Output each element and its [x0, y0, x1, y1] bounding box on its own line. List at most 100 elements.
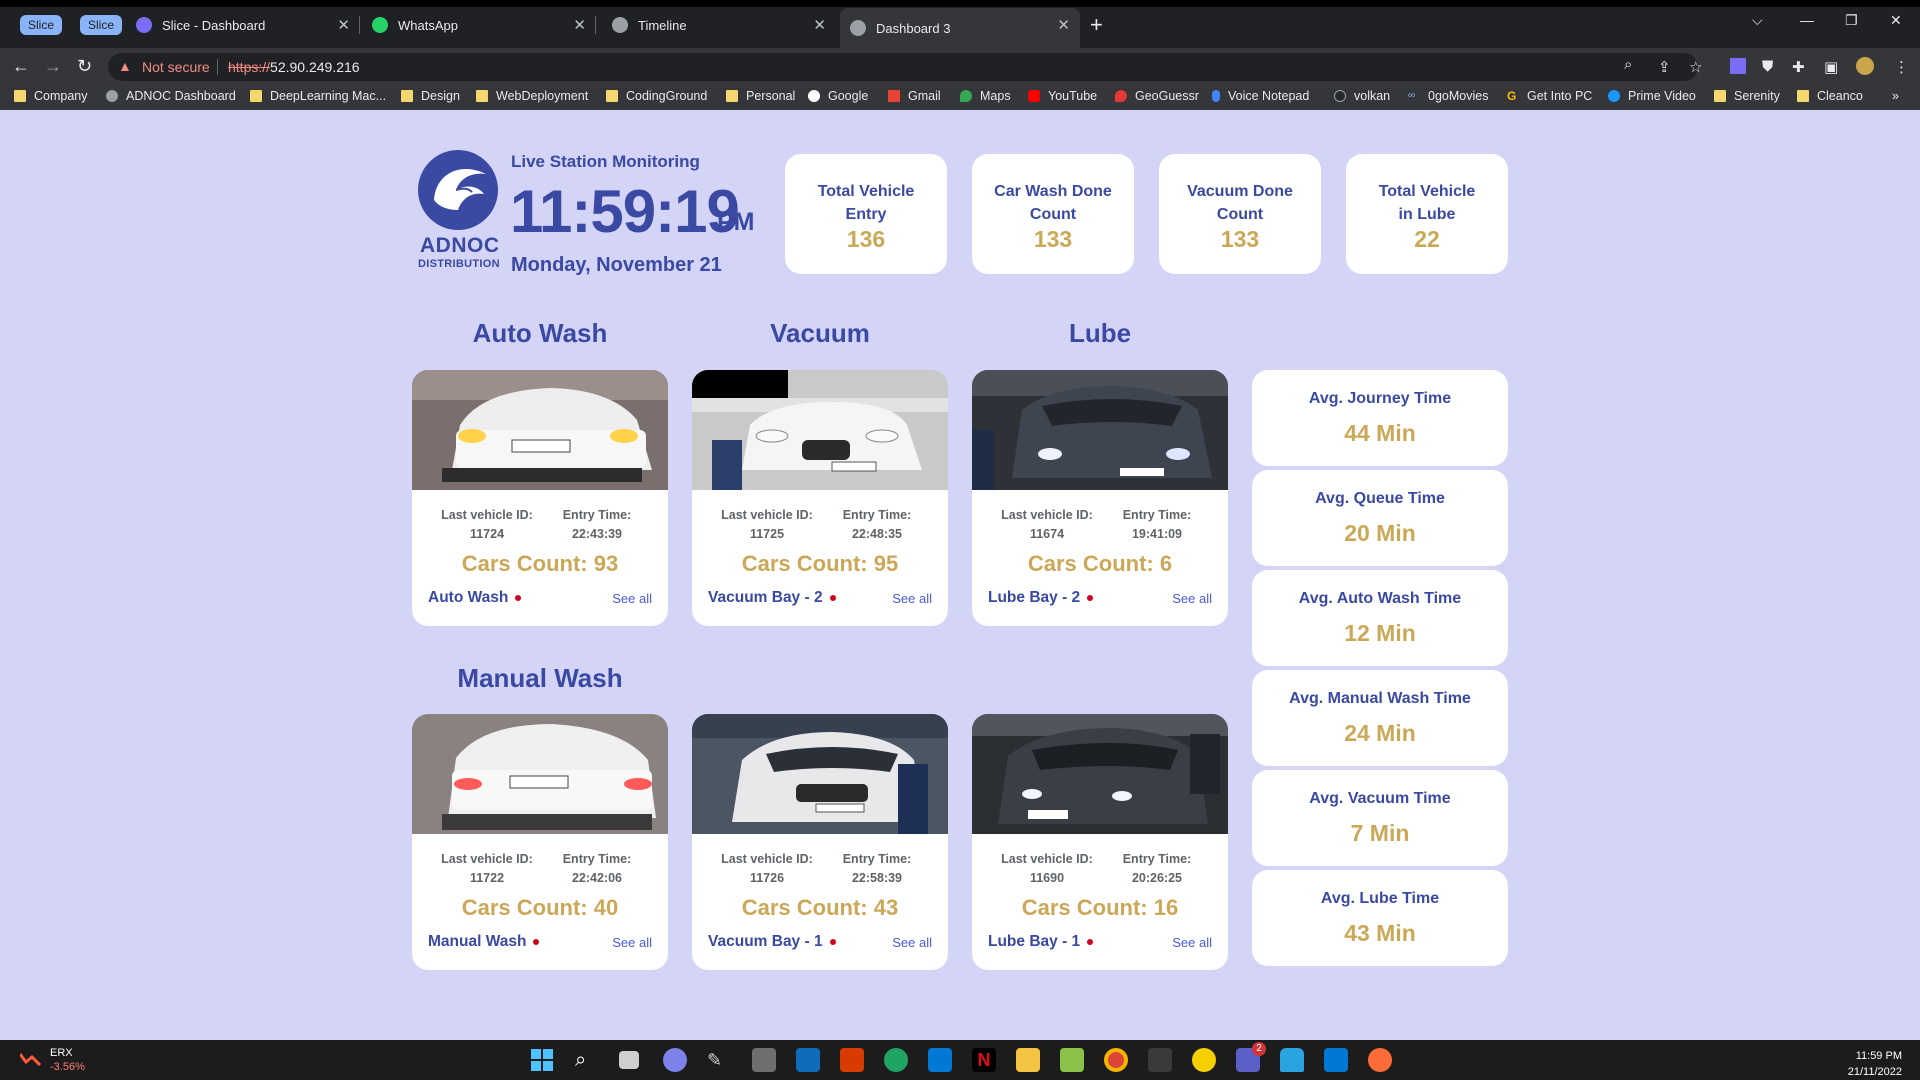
terminal-icon[interactable] — [1148, 1048, 1172, 1072]
vehicle-photo[interactable] — [972, 370, 1228, 490]
logo-sub-text: DISTRIBUTION — [418, 258, 500, 270]
netflix-icon[interactable]: N — [972, 1048, 996, 1072]
stock-widget[interactable]: ERX -3.56% — [50, 1046, 85, 1074]
zoom-icon[interactable]: ⌕ — [1624, 56, 1632, 73]
bookmark-label: Company — [34, 89, 88, 103]
folder-icon — [401, 90, 413, 102]
see-all-link[interactable]: See all — [892, 935, 932, 950]
cloud-app-icon[interactable] — [1280, 1048, 1304, 1072]
close-icon[interactable]: ✕ — [573, 16, 586, 34]
office-icon[interactable] — [840, 1048, 864, 1072]
close-icon[interactable]: ✕ — [813, 16, 826, 34]
avg-label: Avg. Lube Time — [1320, 890, 1440, 907]
share-icon[interactable]: ⇪ — [1658, 58, 1671, 76]
bookmark-serenity[interactable]: Serenity — [1714, 89, 1780, 103]
postman-icon[interactable] — [1368, 1048, 1392, 1072]
reload-button[interactable]: ↻ — [77, 55, 92, 77]
bookmark-deeplearning[interactable]: DeepLearning Mac... — [250, 89, 386, 103]
bookmark-geoguessr[interactable]: GeoGuessr — [1115, 89, 1199, 103]
bookmark-company[interactable]: Company — [14, 89, 88, 103]
calculator-icon[interactable] — [752, 1048, 776, 1072]
forward-button[interactable]: → — [44, 55, 62, 77]
outlook-icon[interactable] — [796, 1048, 820, 1072]
windows-start-icon[interactable] — [530, 1048, 554, 1072]
tab-group-slice-2[interactable]: Slice — [80, 15, 123, 35]
address-bar[interactable]: ▲ Not secure https://52.90.249.216 — [108, 53, 1698, 81]
bookmark-star-icon[interactable]: ☆ — [1689, 58, 1702, 76]
id-value: 11724 — [469, 527, 505, 541]
bookmark-prime-video[interactable]: Prime Video — [1608, 89, 1696, 103]
tab-timeline[interactable]: Timeline ✕ — [602, 8, 836, 42]
side-panel-icon[interactable]: ▣ — [1824, 58, 1838, 76]
bookmark-personal[interactable]: Personal — [726, 89, 795, 103]
bookmark-0gomovies[interactable]: ∞ 0goMovies — [1408, 89, 1488, 103]
see-all-link[interactable]: See all — [612, 935, 652, 950]
stat-label: Vacuum Done Count — [1187, 183, 1293, 223]
tab-slice-dashboard[interactable]: Slice - Dashboard ✕ — [126, 8, 360, 42]
vehicle-photo[interactable] — [972, 714, 1228, 834]
bookmark-maps[interactable]: Maps — [960, 89, 1011, 103]
close-window-button[interactable]: ✕ — [1890, 12, 1902, 29]
vscode-icon[interactable] — [1324, 1048, 1348, 1072]
security-label[interactable]: Not secure — [142, 59, 210, 75]
vehicle-photo[interactable] — [692, 714, 948, 834]
minimize-button[interactable]: — — [1800, 12, 1814, 28]
bookmark-codingground[interactable]: CodingGround — [606, 89, 707, 103]
new-tab-button[interactable]: + — [1090, 12, 1103, 38]
extensions-puzzle-icon[interactable]: ✚ — [1792, 58, 1805, 76]
bookmark-cleanco[interactable]: Cleanco — [1797, 89, 1863, 103]
tab-search-icon[interactable]: ⌵ — [1752, 12, 1763, 29]
see-all-link[interactable]: See all — [612, 591, 652, 606]
chat-icon[interactable] — [663, 1048, 687, 1072]
extension-shield-icon[interactable]: ⛊ — [1762, 58, 1773, 75]
see-all-link[interactable]: See all — [1172, 935, 1212, 950]
file-explorer-icon[interactable] — [1016, 1048, 1040, 1072]
url-scheme: https:// — [228, 59, 271, 75]
slice-favicon-icon — [136, 17, 152, 33]
extension-icon[interactable] — [1730, 58, 1746, 74]
stock-chart-icon[interactable] — [18, 1052, 42, 1067]
notepad-icon[interactable] — [1060, 1048, 1084, 1072]
bookmark-label: Design — [421, 89, 460, 103]
close-icon[interactable]: ✕ — [337, 16, 350, 34]
edge-icon[interactable] — [884, 1048, 908, 1072]
close-icon[interactable]: ✕ — [1057, 16, 1070, 34]
warning-icon[interactable]: ▲ — [118, 58, 132, 74]
bookmark-design[interactable]: Design — [401, 89, 460, 103]
bookmark-volkan[interactable]: volkan — [1334, 89, 1390, 103]
vehicle-photo[interactable] — [412, 370, 668, 490]
vehicle-photo[interactable] — [412, 714, 668, 834]
task-view-icon[interactable] — [619, 1051, 639, 1069]
teams-icon[interactable]: 2 — [1236, 1042, 1266, 1072]
bookmark-youtube[interactable]: YouTube — [1028, 89, 1097, 103]
see-all-link[interactable]: See all — [892, 591, 932, 606]
system-clock[interactable]: 11:59 PM 21/11/2022 — [1848, 1048, 1902, 1080]
bookmark-google[interactable]: Google — [808, 89, 868, 103]
omnibox-divider — [217, 59, 218, 75]
emoji-app-icon[interactable] — [1192, 1048, 1216, 1072]
tab-dashboard-3[interactable]: Dashboard 3 ✕ — [840, 8, 1080, 48]
tab-title: WhatsApp — [398, 17, 458, 33]
url-text[interactable]: https://52.90.249.216 — [228, 59, 360, 75]
bookmarks-overflow-icon[interactable]: » — [1892, 89, 1899, 103]
tab-group-slice-1[interactable]: Slice — [20, 15, 63, 35]
bookmark-webdeployment[interactable]: WebDeployment — [476, 89, 588, 103]
search-icon[interactable]: ⌕ — [575, 1048, 599, 1072]
menu-icon[interactable]: ⋮ — [1894, 58, 1909, 76]
avg-label: Avg. Manual Wash Time — [1289, 690, 1471, 707]
chrome-icon[interactable] — [1104, 1048, 1128, 1072]
vehicle-photo[interactable] — [692, 370, 948, 490]
bookmark-voice-notepad[interactable]: Voice Notepad — [1212, 89, 1309, 103]
back-button[interactable]: ← — [12, 55, 30, 77]
profile-avatar[interactable] — [1856, 57, 1874, 75]
pen-icon[interactable]: ✎ — [707, 1048, 731, 1072]
restore-button[interactable]: ❐ — [1845, 12, 1858, 29]
store-icon[interactable] — [928, 1048, 952, 1072]
bookmark-get-into-pc[interactable]: G Get Into PC — [1507, 89, 1592, 103]
bookmark-gmail[interactable]: Gmail — [888, 89, 941, 103]
bookmark-adnoc-dashboard[interactable]: ADNOC Dashboard — [106, 89, 236, 103]
tab-whatsapp[interactable]: WhatsApp ✕ — [362, 8, 596, 42]
see-all-link[interactable]: See all — [1172, 591, 1212, 606]
tab-strip: Slice Slice Slice - Dashboard ✕ WhatsApp… — [0, 0, 1920, 48]
entry-time: Entry Time: 20:26:25 — [1102, 850, 1212, 888]
